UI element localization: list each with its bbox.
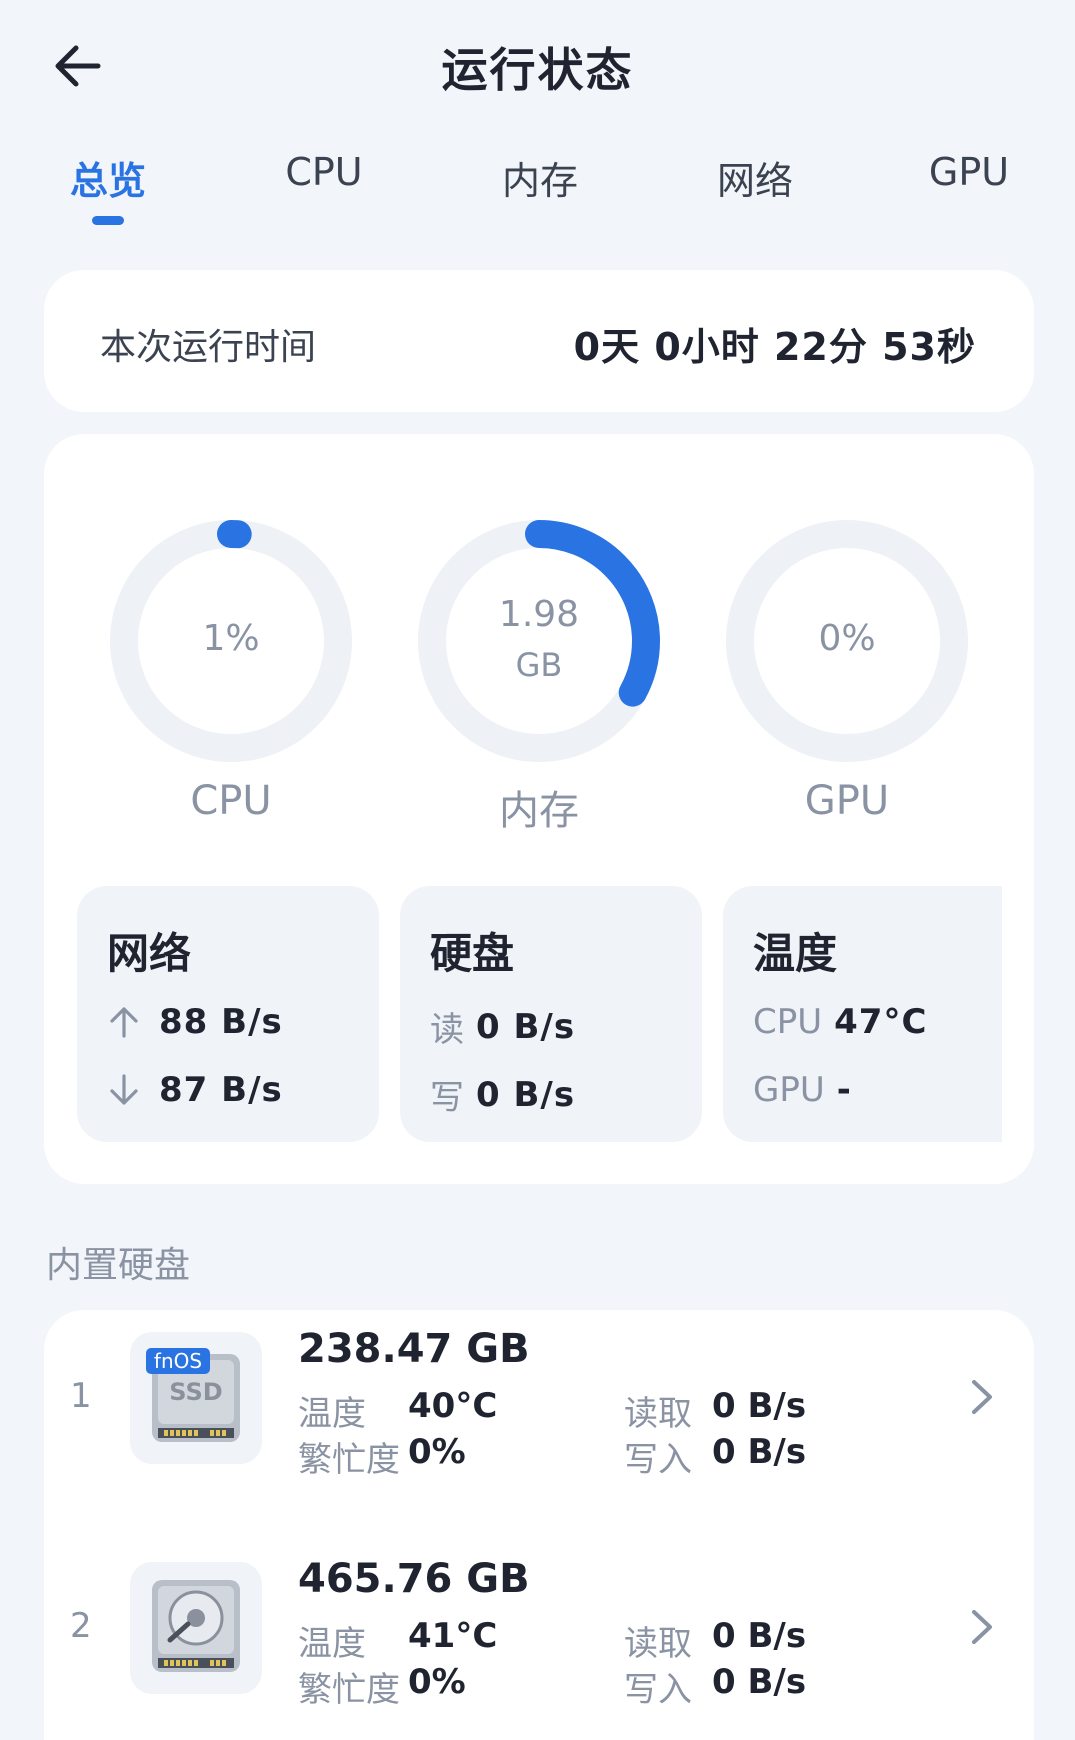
temperature-cpu-row: CPU 47°C [753, 1002, 927, 1042]
disk-busy: 繁忙度 0% [298, 1662, 466, 1711]
cpu-gauge-value: 1% [202, 618, 260, 659]
disk-write: 写入 0 B/s [624, 1662, 806, 1711]
disk-temp: 温度 41°C [298, 1616, 497, 1665]
cpu-gauge-label: CPU [190, 778, 272, 824]
disk-index: 2 [70, 1606, 92, 1646]
disk-temp-value: 41°C [408, 1616, 498, 1656]
temperature-gpu-label: GPU [753, 1070, 825, 1110]
disk-write-value: 0 B/s [712, 1432, 807, 1472]
network-card[interactable]: 网络 88 B/s 87 B/s [77, 886, 379, 1142]
network-title: 网络 [107, 929, 192, 978]
gpu-gauge-value: 0% [818, 618, 876, 659]
disk-size: 465.76 GB [298, 1556, 530, 1602]
disk-io-title: 硬盘 [430, 929, 515, 978]
disk-read-label: 读取 [624, 1624, 692, 1664]
disk-io-read-label: 读 [430, 1010, 464, 1050]
uptime-card: 本次运行时间 0天 0小时 22分 53秒 [44, 270, 1034, 412]
section-title-builtin-disks: 内置硬盘 [46, 1245, 191, 1286]
svg-text:fnOS: fnOS [154, 1349, 202, 1373]
tab-gpu[interactable]: GPU [869, 150, 1069, 194]
tab-network[interactable]: 网络 [655, 150, 855, 205]
disk-read-value: 0 B/s [712, 1386, 807, 1426]
disk-temp-label: 温度 [298, 1394, 366, 1434]
tab-indicator [92, 216, 124, 225]
disk-io-read-value: 0 B/s [476, 1006, 576, 1047]
disk-io-card[interactable]: 硬盘 读 0 B/s 写 0 B/s [400, 886, 702, 1142]
tab-cpu[interactable]: CPU [224, 150, 424, 194]
memory-gauge-value: 1.98 [498, 594, 580, 635]
disk-read-value: 0 B/s [712, 1616, 807, 1656]
chevron-right-icon[interactable] [962, 1602, 1002, 1652]
tab-memory[interactable]: 内存 [440, 150, 640, 205]
ssd-icon: SSD fnOS [130, 1332, 262, 1464]
disk-read: 读取 0 B/s [624, 1616, 806, 1665]
temperature-card[interactable]: 温度 CPU 47°C GPU - [723, 886, 1002, 1142]
disk-busy-label: 繁忙度 [298, 1440, 400, 1480]
cpu-gauge[interactable]: 1% [106, 516, 356, 766]
arrow-up-icon [110, 1007, 138, 1038]
temperature-gpu-row: GPU - [753, 1070, 852, 1110]
disk-io-read-row: 读 0 B/s [430, 1002, 575, 1051]
disk-size: 238.47 GB [298, 1326, 530, 1372]
temperature-gpu-value: - [836, 1070, 852, 1110]
disk-busy-value: 0% [408, 1662, 466, 1702]
disk-temp-label: 温度 [298, 1624, 366, 1664]
disk-write-label: 写入 [624, 1440, 692, 1480]
uptime-label: 本次运行时间 [100, 327, 317, 368]
disk-row[interactable]: 2 465.76 GB 温度 41°C 繁忙度 0% 读取 0 B/s 写入 0… [44, 1540, 1034, 1720]
memory-gauge-ring [418, 520, 660, 762]
uptime-value: 0天 0小时 22分 53秒 [573, 325, 976, 369]
disk-read-label: 读取 [624, 1394, 692, 1434]
network-up-value: 88 B/s [159, 1002, 283, 1042]
temperature-cpu-label: CPU [753, 1002, 823, 1042]
disk-busy-value: 0% [408, 1432, 466, 1472]
network-up-row: 88 B/s [107, 1002, 283, 1042]
disk-busy-label: 繁忙度 [298, 1670, 400, 1710]
memory-gauge-label: 内存 [499, 788, 579, 834]
disk-io-write-value: 0 B/s [476, 1074, 576, 1115]
disk-busy: 繁忙度 0% [298, 1432, 466, 1481]
svg-text:SSD: SSD [169, 1378, 222, 1406]
disk-list-card: 1 SSD fnOS 238.47 GB 温度 40°C 繁忙度 0% 读取 0… [44, 1310, 1034, 1740]
arrow-down-icon [110, 1074, 138, 1105]
disk-write: 写入 0 B/s [624, 1432, 806, 1481]
disk-io-write-label: 写 [430, 1078, 464, 1118]
memory-gauge[interactable]: 1.98 GB [414, 516, 664, 766]
disk-write-value: 0 B/s [712, 1662, 807, 1702]
hdd-icon [130, 1562, 262, 1694]
gpu-gauge-label: GPU [804, 778, 890, 824]
header: 运行状态 [0, 0, 1075, 130]
network-down-row: 87 B/s [107, 1070, 283, 1110]
temperature-title: 温度 [753, 929, 838, 978]
page-title: 运行状态 [441, 43, 634, 97]
disk-read: 读取 0 B/s [624, 1386, 806, 1435]
chevron-right-icon[interactable] [962, 1372, 1002, 1422]
disk-temp-value: 40°C [408, 1386, 498, 1426]
disk-index: 1 [70, 1376, 92, 1416]
temperature-cpu-value: 47°C [834, 1002, 928, 1042]
disk-io-write-row: 写 0 B/s [430, 1070, 575, 1119]
tab-bar: 总览 CPU 内存 网络 GPU [0, 150, 1075, 230]
network-down-value: 87 B/s [159, 1070, 283, 1110]
gpu-gauge[interactable]: 0% [722, 516, 972, 766]
memory-gauge-unit: GB [515, 646, 563, 684]
disk-temp: 温度 40°C [298, 1386, 497, 1435]
disk-write-label: 写入 [624, 1670, 692, 1710]
disk-row[interactable]: 1 SSD fnOS 238.47 GB 温度 40°C 繁忙度 0% 读取 0… [44, 1310, 1034, 1490]
tab-overview[interactable]: 总览 [8, 150, 208, 205]
